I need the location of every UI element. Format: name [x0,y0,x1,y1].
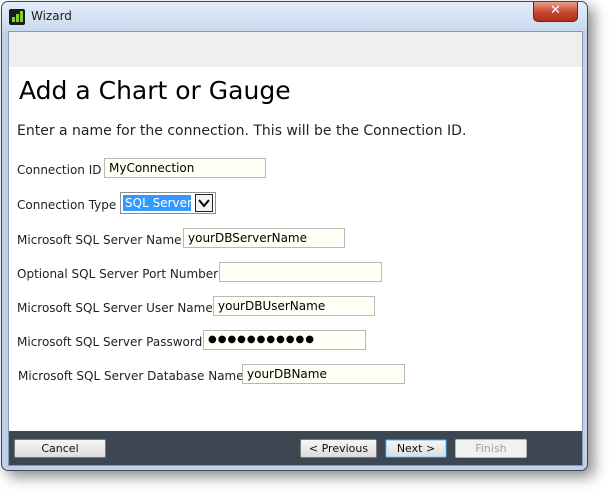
connection-type-selected: SQL Server [123,195,192,211]
server-name-label: Microsoft SQL Server Name [17,233,182,247]
cancel-button[interactable]: Cancel [14,439,106,458]
title-bar[interactable]: Wizard ✕ [2,2,587,31]
connection-id-input[interactable] [104,158,266,178]
header-banner [9,32,582,67]
user-name-label: Microsoft SQL Server User Name [17,301,213,315]
previous-button[interactable]: < Previous [300,439,377,458]
user-name-input[interactable] [213,296,375,316]
bar-chart-app-icon [9,9,25,25]
chevron-down-icon [198,199,210,208]
port-label: Optional SQL Server Port Number [17,267,219,281]
database-name-input[interactable] [242,364,405,384]
server-name-input[interactable] [183,228,345,248]
button-bar: Cancel < Previous Next > Finish [9,431,582,465]
page-title: Add a Chart or Gauge [19,76,291,105]
wizard-window: Wizard ✕ Add a Chart or Gauge Enter a na… [1,1,588,471]
database-name-label: Microsoft SQL Server Database Name [18,369,244,383]
page-instruction: Enter a name for the connection. This wi… [17,123,467,139]
close-icon: ✕ [550,3,561,18]
connection-id-label: Connection ID [17,163,102,177]
password-label: Microsoft SQL Server Password [17,335,203,349]
close-button[interactable]: ✕ [533,2,578,22]
port-input[interactable] [219,262,382,282]
next-button[interactable]: Next > [385,439,447,458]
connection-type-label: Connection Type [17,198,117,212]
finish-button[interactable]: Finish [455,439,527,458]
password-input[interactable]: ●●●●●●●●●●● [203,330,366,350]
connection-type-select[interactable]: SQL Server [120,192,216,214]
wizard-content: Add a Chart or Gauge Enter a name for th… [8,31,583,466]
dropdown-button[interactable] [195,194,213,212]
window-title: Wizard [31,9,72,23]
